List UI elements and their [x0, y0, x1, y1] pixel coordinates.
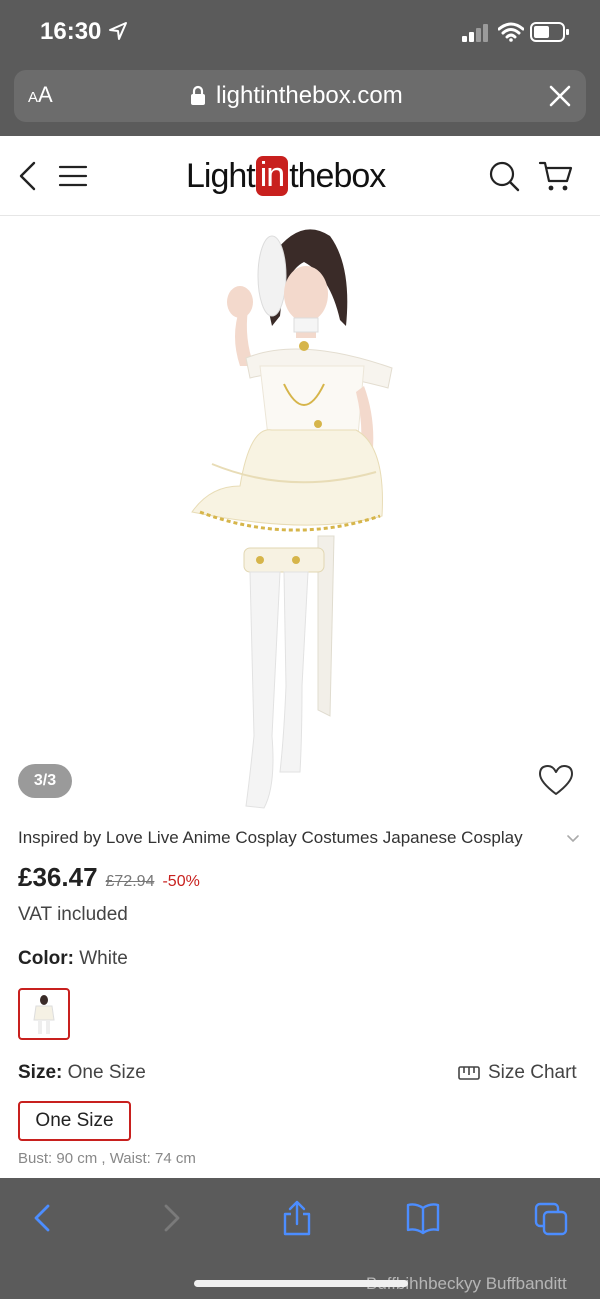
size-label: Size: One Size — [18, 1062, 146, 1083]
location-arrow-icon — [109, 22, 127, 40]
text-size-button[interactable]: AA — [28, 82, 53, 108]
cart-icon[interactable] — [538, 160, 574, 192]
close-icon[interactable] — [548, 84, 572, 108]
color-label: Color: White — [18, 948, 128, 969]
hamburger-menu-icon[interactable] — [58, 164, 88, 188]
tabs-icon[interactable] — [534, 1200, 568, 1236]
bookmarks-icon[interactable] — [406, 1200, 440, 1236]
browser-bottom-toolbar: Buffbihhbeckyy Buffbanditt — [0, 1178, 600, 1299]
measurements: Bust: 90 cm , Waist: 74 cm — [18, 1150, 196, 1167]
home-indicator[interactable] — [194, 1280, 408, 1287]
back-nav-icon[interactable] — [26, 1200, 60, 1236]
color-value: White — [79, 948, 128, 969]
site-logo[interactable]: Light in thebox — [186, 154, 386, 198]
product-photo — [191, 229, 393, 809]
size-option-one-size[interactable]: One Size — [18, 1101, 131, 1141]
color-swatch-white[interactable] — [18, 988, 70, 1040]
discount-badge: -50% — [162, 873, 200, 890]
product-title: Inspired by Love Live Anime Cosplay Cost… — [18, 828, 523, 847]
price-row: £36.47 £72.94 -50% — [18, 862, 200, 893]
product-image-gallery[interactable]: 3/3 — [0, 216, 600, 820]
original-price: £72.94 — [105, 873, 155, 890]
wifi-icon — [498, 22, 524, 42]
current-price: £36.47 — [18, 862, 98, 892]
search-icon[interactable] — [488, 160, 520, 192]
vat-note: VAT included — [18, 904, 128, 925]
wishlist-heart-icon[interactable] — [538, 764, 574, 796]
back-chevron-icon[interactable] — [16, 160, 38, 192]
site-header: Light in thebox — [0, 136, 600, 216]
battery-icon — [530, 22, 569, 42]
url-text[interactable]: lightinthebox.com — [216, 82, 403, 110]
share-icon[interactable] — [280, 1200, 314, 1236]
size-value: One Size — [67, 1062, 146, 1083]
cellular-signal-icon — [462, 24, 488, 42]
status-bar: 16:30 — [0, 0, 600, 66]
lock-icon — [191, 85, 205, 105]
size-chart-label: Size Chart — [488, 1062, 577, 1083]
ruler-icon — [458, 1066, 480, 1080]
size-chart-link[interactable]: Size Chart — [458, 1062, 577, 1084]
swatch-thumbnail — [33, 995, 55, 1034]
forward-nav-icon[interactable] — [154, 1200, 188, 1236]
image-counter-badge: 3/3 — [18, 764, 72, 798]
address-bar[interactable]: AA lightinthebox.com — [14, 70, 586, 122]
browser-top-chrome: 16:30 AA lightinthebox.com — [0, 0, 600, 136]
chevron-down-icon[interactable] — [566, 834, 580, 844]
status-time: 16:30 — [40, 18, 102, 45]
